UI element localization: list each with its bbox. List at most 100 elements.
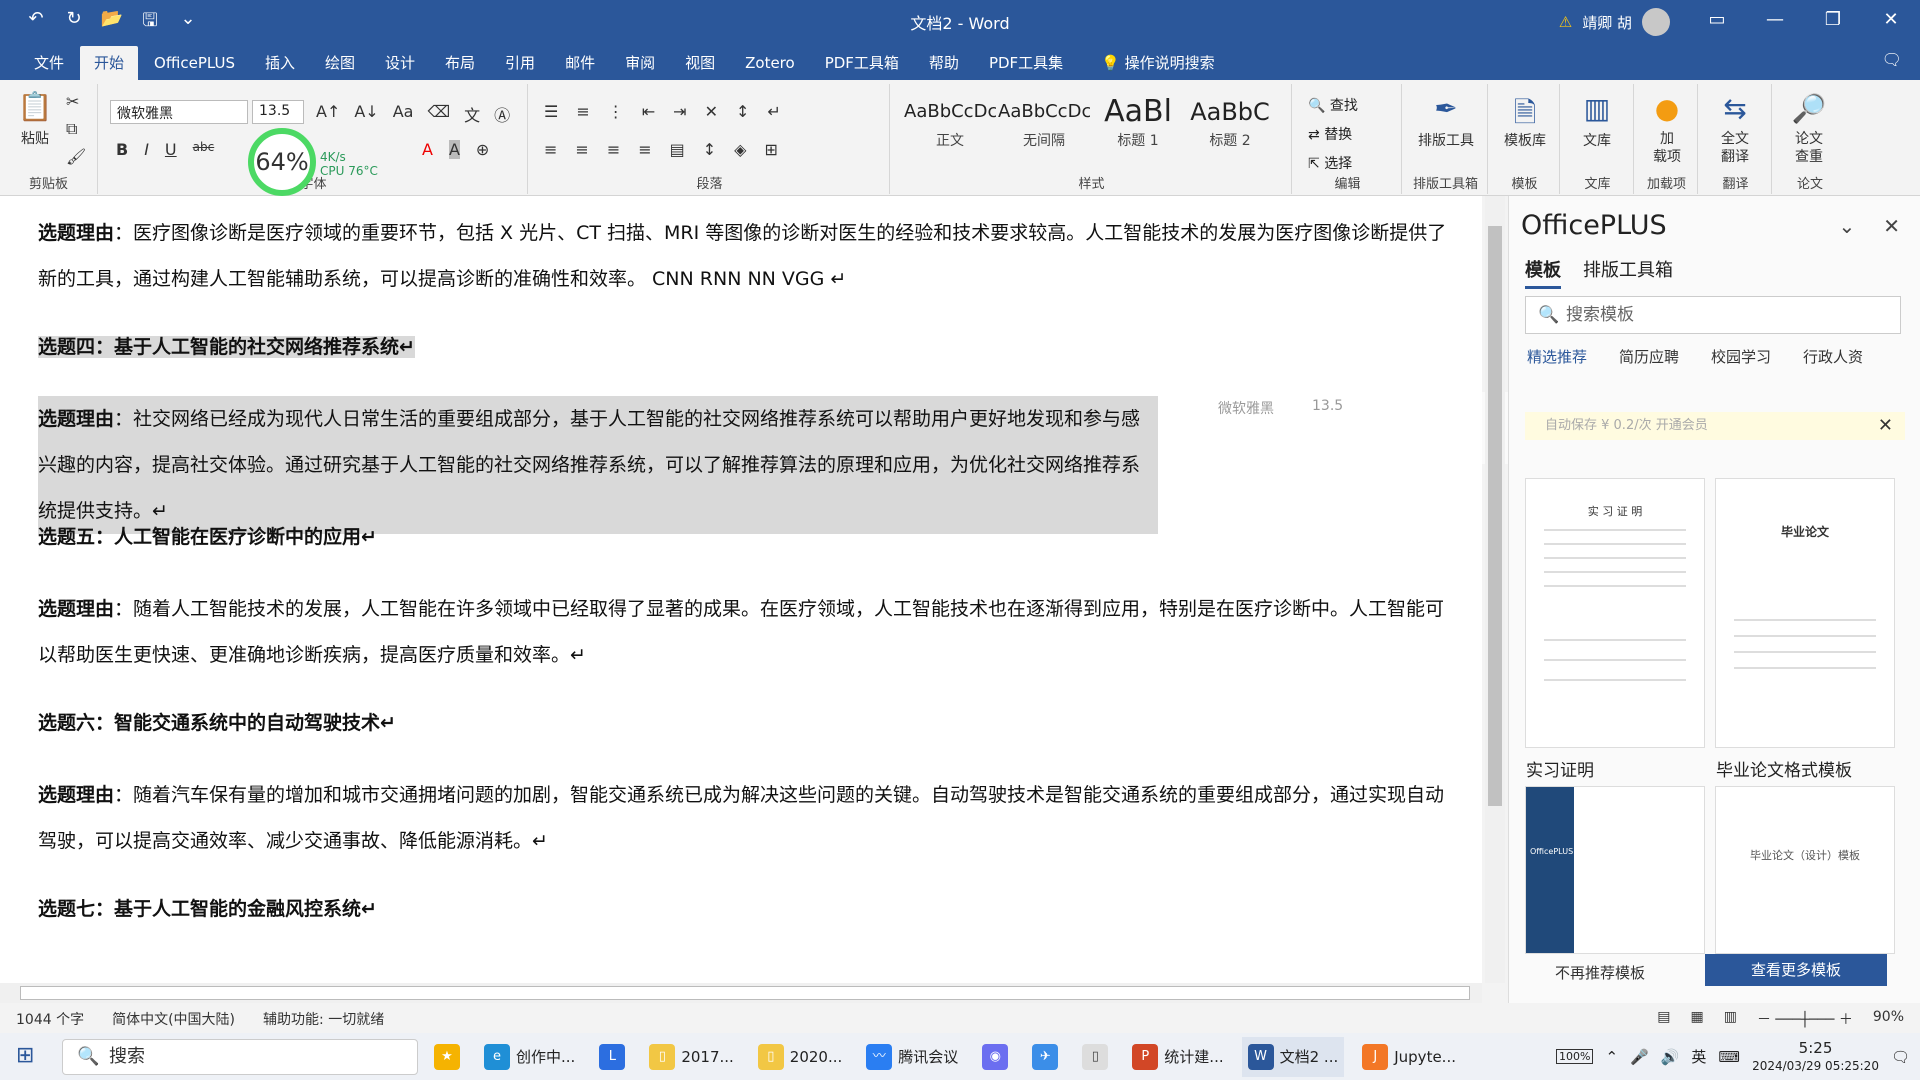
borders-icon[interactable]: ⊞ <box>764 140 777 159</box>
scroll-thumb[interactable] <box>20 986 1470 1000</box>
style-no-spacing[interactable]: AaBbCcDc 无间隔 <box>998 94 1090 164</box>
underline-button[interactable]: U <box>165 140 177 159</box>
mini-font-select[interactable]: 微软雅黑 <box>1218 398 1274 418</box>
read-mode-icon[interactable]: ▤ <box>1657 1009 1670 1029</box>
increase-indent-icon[interactable]: ⇥ <box>673 102 686 121</box>
maximize-icon[interactable]: ❐ <box>1804 0 1862 40</box>
distribute-icon[interactable]: ▤ <box>670 140 685 159</box>
find-button[interactable]: 🔍 查找 <box>1308 92 1358 121</box>
tab-officeplus[interactable]: OfficePLUS <box>140 46 249 80</box>
template-card-resume[interactable]: OfficePLUS <box>1525 786 1705 954</box>
template-search-input[interactable]: 🔍 搜索模板 <box>1525 296 1901 334</box>
battery-indicator[interactable]: 100% <box>1556 1049 1594 1064</box>
font-name-select[interactable]: 微软雅黑 <box>110 100 248 124</box>
line-spacing-icon[interactable]: ↕ <box>703 140 716 159</box>
paragraph[interactable]: 选题理由：随着汽车保有量的增加和城市交通拥堵问题的加剧，智能交通系统已成为解决这… <box>38 772 1458 864</box>
char-shading-button[interactable]: A <box>448 140 460 159</box>
tab-review[interactable]: 审阅 <box>611 46 669 80</box>
paragraph[interactable]: 选题理由：随着人工智能技术的发展，人工智能在许多领域中已经取得了显著的成果。在医… <box>38 586 1458 678</box>
tab-draw[interactable]: 绘图 <box>311 46 369 80</box>
plagiarism-check-button[interactable]: 🔎 论文 查重 <box>1778 92 1840 166</box>
volume-icon[interactable]: 🔊 <box>1661 1048 1680 1066</box>
clock[interactable]: 5:25 2024/03/29 05:25:20 <box>1752 1039 1879 1075</box>
view-more-templates-button[interactable]: 查看更多模板 <box>1705 954 1887 986</box>
ime-indicator[interactable]: 英 <box>1691 1046 1706 1067</box>
tab-home[interactable]: 开始 <box>80 46 139 80</box>
comments-icon[interactable]: 🗨 <box>1882 50 1902 69</box>
heading-topic-5[interactable]: 选题五：人工智能在医疗诊断中的应用↵ <box>38 514 377 560</box>
taskbar-app-meeting[interactable]: 〰腾讯会议 <box>860 1037 964 1077</box>
ribbon-display-icon[interactable]: ▭ <box>1688 0 1746 40</box>
zoom-slider[interactable]: － ───┼─── ＋ <box>1757 1009 1853 1029</box>
taskbar-app-edge[interactable]: e 创作中... <box>478 1037 581 1077</box>
shading-icon[interactable]: ◈ <box>734 140 746 159</box>
replace-button[interactable]: ⇄ 替换 <box>1308 121 1358 150</box>
close-icon[interactable]: ✕ <box>1878 412 1893 440</box>
no-more-recommend-link[interactable]: 不再推荐模板 <box>1555 962 1645 983</box>
tab-help[interactable]: 帮助 <box>915 46 973 80</box>
taskbar-search[interactable]: 🔍 搜索 <box>62 1039 418 1075</box>
paragraph[interactable]: 选题理由：医疗图像诊断是医疗领域的重要环节，包括 X 光片、CT 扫描、MRI … <box>38 210 1458 302</box>
vertical-scrollbar[interactable] <box>1485 196 1505 983</box>
tell-me-search[interactable]: 💡 操作说明搜索 <box>1089 46 1214 80</box>
style-heading-1[interactable]: AaBl 标题 1 <box>1092 94 1184 164</box>
tab-file[interactable]: 文件 <box>20 46 78 80</box>
layout-tool-button[interactable]: ✒ 排版工具 <box>1412 92 1480 150</box>
category-hr[interactable]: 行政人资 <box>1803 346 1863 367</box>
chevron-up-icon[interactable]: ⌃ <box>1605 1048 1618 1066</box>
italic-button[interactable]: I <box>144 140 149 159</box>
align-right-icon[interactable]: ≡ <box>607 140 620 159</box>
enclose-char-icon[interactable]: ⊕ <box>476 140 489 159</box>
taskbar-app-ppt[interactable]: P 统计建... <box>1126 1037 1229 1077</box>
windows-start-icon[interactable]: ⊞ <box>16 1043 34 1068</box>
taskbar-app-jupyter[interactable]: J Jupyte... <box>1356 1037 1462 1077</box>
style-normal[interactable]: AaBbCcDc 正文 <box>904 94 996 164</box>
tab-pdf-toolbox[interactable]: PDF工具箱 <box>811 46 913 80</box>
tab-design[interactable]: 设计 <box>371 46 429 80</box>
translate-button[interactable]: ⇆ 全文 翻译 <box>1704 92 1766 166</box>
font-color-button[interactable]: A <box>422 140 433 159</box>
taskbar-app-folder[interactable]: ▯ 2020... <box>752 1037 848 1077</box>
cut-icon[interactable]: ✂ <box>66 92 86 111</box>
template-card[interactable]: 实 习 证 明 实习证明 <box>1525 478 1705 781</box>
language[interactable]: 简体中文(中国大陆) <box>112 1009 235 1029</box>
tab-zotero[interactable]: Zotero <box>731 46 809 80</box>
tab-view[interactable]: 视图 <box>671 46 729 80</box>
clear-format-icon[interactable]: ⌫ <box>427 102 450 126</box>
tab-pdf-toolset[interactable]: PDF工具集 <box>975 46 1077 80</box>
mini-size-select[interactable]: 13.5 <box>1312 398 1343 414</box>
scroll-thumb[interactable] <box>1488 226 1502 806</box>
chevron-down-icon[interactable]: ⌄ <box>1838 214 1855 238</box>
change-case-icon[interactable]: Aa <box>393 102 414 126</box>
taskbar-app[interactable]: ▯ <box>1076 1037 1114 1077</box>
performance-gauge[interactable]: 64% <box>248 128 316 196</box>
tab-layout[interactable]: 布局 <box>431 46 489 80</box>
font-size-select[interactable]: 13.5 <box>252 100 304 124</box>
format-painter-icon[interactable]: 🖌 <box>66 147 86 166</box>
numbering-icon[interactable]: ≡ <box>576 102 589 121</box>
horizontal-scrollbar[interactable] <box>0 983 1482 1003</box>
bold-button[interactable]: B <box>116 140 128 159</box>
document-page[interactable]: 选题理由：医疗图像诊断是医疗领域的重要环节，包括 X 光片、CT 扫描、MRI … <box>0 196 1482 983</box>
microphone-icon[interactable]: 🎤 <box>1630 1048 1649 1066</box>
minimize-icon[interactable]: — <box>1746 0 1804 40</box>
close-icon[interactable]: ✕ <box>1883 214 1900 238</box>
word-count[interactable]: 1044 个字 <box>16 1009 84 1029</box>
copy-icon[interactable]: ⧉ <box>66 119 86 139</box>
sort-icon[interactable]: ↕ <box>736 102 749 121</box>
chinese-layout-icon[interactable]: ✕ <box>705 102 718 121</box>
multilevel-list-icon[interactable]: ⋮ <box>608 102 624 121</box>
align-center-icon[interactable]: ≡ <box>575 140 588 159</box>
decrease-indent-icon[interactable]: ⇤ <box>642 102 655 121</box>
user-area[interactable]: ⚠ 靖卿 胡 <box>1559 8 1670 36</box>
align-left-icon[interactable]: ≡ <box>544 140 557 159</box>
tab-mailings[interactable]: 邮件 <box>551 46 609 80</box>
heading-topic-4[interactable]: 选题四：基于人工智能的社交网络推荐系统↵ <box>38 324 415 370</box>
justify-icon[interactable]: ≡ <box>638 140 651 159</box>
addins-button[interactable]: ● 加 载项 <box>1640 92 1694 166</box>
keyboard-icon[interactable]: ⌨ <box>1718 1048 1740 1066</box>
grow-font-icon[interactable]: A↑ <box>316 102 340 126</box>
pane-tab-templates[interactable]: 模板 <box>1525 256 1561 289</box>
template-card[interactable]: 毕业论文 毕业论文格式模板 <box>1715 478 1895 781</box>
phonetic-icon[interactable]: 文 <box>464 102 480 126</box>
